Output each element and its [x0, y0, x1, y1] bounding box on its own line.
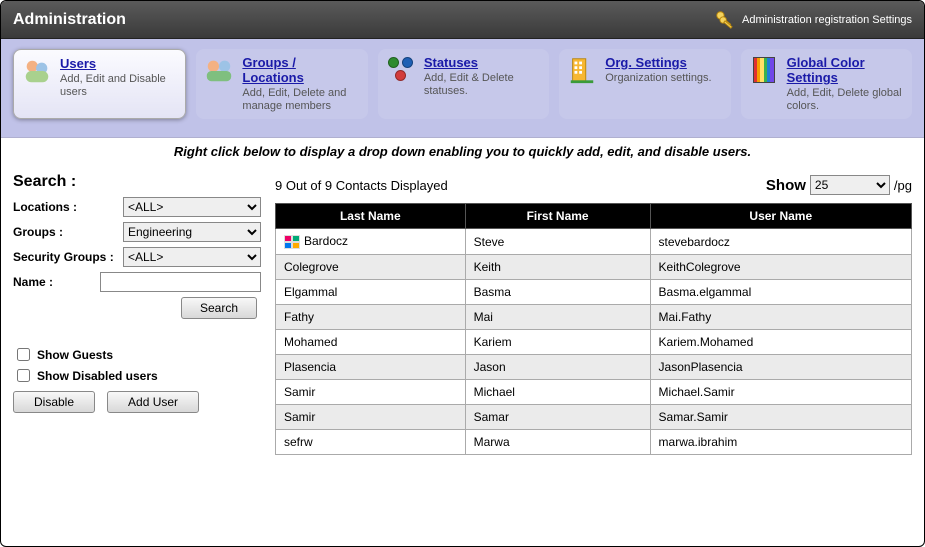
cell-user: Michael.Samir: [650, 380, 911, 405]
cell-user: marwa.ibrahim: [650, 430, 911, 455]
show-guests-label: Show Guests: [37, 348, 113, 362]
cell-first: Mai: [465, 305, 650, 330]
cell-last: Plasencia: [276, 355, 466, 380]
statuses-icon: [386, 55, 416, 85]
per-page-suffix: /pg: [894, 178, 912, 193]
cell-first: Basma: [465, 280, 650, 305]
nav-title: Users: [60, 56, 177, 71]
cell-last: sefrw: [276, 430, 466, 455]
security-label: Security Groups :: [13, 250, 123, 264]
per-page-select[interactable]: 25: [810, 175, 890, 195]
cell-user: Basma.elgammal: [650, 280, 911, 305]
page-title: Administration: [13, 11, 126, 29]
cell-first: Marwa: [465, 430, 650, 455]
cell-last: Bardocz: [276, 229, 466, 255]
nav-sub: Add, Edit & Delete statuses.: [424, 72, 541, 98]
add-user-button[interactable]: Add User: [107, 391, 199, 413]
disable-button[interactable]: Disable: [13, 391, 95, 413]
cell-last: Fathy: [276, 305, 466, 330]
cell-first: Samar: [465, 405, 650, 430]
list-count: 9 Out of 9 Contacts Displayed: [275, 178, 448, 193]
locations-label: Locations :: [13, 200, 123, 214]
cell-user: Samar.Samir: [650, 405, 911, 430]
col-user[interactable]: User Name: [650, 204, 911, 229]
color-icon: [749, 55, 779, 85]
groups-label: Groups :: [13, 225, 123, 239]
nav-card-colors[interactable]: Global Color Settings Add, Edit, Delete …: [741, 49, 912, 119]
groups-icon: [204, 55, 234, 85]
cell-last: Colegrove: [276, 255, 466, 280]
cell-user: Kariem.Mohamed: [650, 330, 911, 355]
row-status-icon: [284, 235, 300, 249]
nav-card-groups[interactable]: Groups / Locations Add, Edit, Delete and…: [196, 49, 367, 119]
nav-title: Org. Settings: [605, 55, 722, 70]
cell-first: Jason: [465, 355, 650, 380]
nav-title: Statuses: [424, 55, 541, 70]
cell-user: KeithColegrove: [650, 255, 911, 280]
name-input[interactable]: [100, 272, 261, 292]
cell-last: Samir: [276, 405, 466, 430]
nav-card-users[interactable]: Users Add, Edit and Disable users: [13, 49, 186, 119]
cell-first: Kariem: [465, 330, 650, 355]
show-guests-checkbox[interactable]: [17, 348, 30, 361]
keys-icon: [714, 9, 736, 31]
table-row[interactable]: ColegroveKeithKeithColegrove: [276, 255, 912, 280]
search-button[interactable]: Search: [181, 297, 257, 319]
cell-user: stevebardocz: [650, 229, 911, 255]
col-first[interactable]: First Name: [465, 204, 650, 229]
col-last[interactable]: Last Name: [276, 204, 466, 229]
nav-title: Global Color Settings: [787, 55, 904, 85]
admin-settings-link[interactable]: Administration registration Settings: [714, 9, 912, 31]
table-row[interactable]: ElgammalBasmaBasma.elgammal: [276, 280, 912, 305]
security-select[interactable]: <ALL>: [123, 247, 261, 267]
table-row[interactable]: SamirMichaelMichael.Samir: [276, 380, 912, 405]
org-icon: [567, 55, 597, 85]
nav-card-org[interactable]: Org. Settings Organization settings.: [559, 49, 730, 119]
users-list-panel: 9 Out of 9 Contacts Displayed Show 25 /p…: [275, 173, 912, 455]
cell-user: Mai.Fathy: [650, 305, 911, 330]
table-row[interactable]: PlasenciaJasonJasonPlasencia: [276, 355, 912, 380]
locations-select[interactable]: <ALL>: [123, 197, 261, 217]
cell-last: Elgammal: [276, 280, 466, 305]
name-label: Name :: [13, 275, 100, 289]
nav-sub: Add, Edit, Delete and manage members: [242, 87, 359, 113]
admin-window: Administration Administration registrati…: [0, 0, 925, 547]
show-disabled-label: Show Disabled users: [37, 369, 158, 383]
nav-card-statuses[interactable]: Statuses Add, Edit & Delete statuses.: [378, 49, 549, 119]
table-row[interactable]: MohamedKariemKariem.Mohamed: [276, 330, 912, 355]
admin-settings-label: Administration registration Settings: [742, 14, 912, 26]
table-row[interactable]: FathyMaiMai.Fathy: [276, 305, 912, 330]
table-row[interactable]: BardoczStevestevebardocz: [276, 229, 912, 255]
nav-strip: Users Add, Edit and Disable users Groups…: [1, 39, 924, 138]
cell-first: Steve: [465, 229, 650, 255]
users-table: Last Name First Name User Name BardoczSt…: [275, 203, 912, 455]
users-icon: [22, 56, 52, 86]
nav-sub: Organization settings.: [605, 72, 722, 85]
list-meta: 9 Out of 9 Contacts Displayed Show 25 /p…: [275, 173, 912, 195]
cell-first: Keith: [465, 255, 650, 280]
show-label: Show: [766, 177, 806, 194]
header-bar: Administration Administration registrati…: [1, 1, 924, 39]
cell-last: Mohamed: [276, 330, 466, 355]
main-area: Search : Locations : <ALL> Groups : Engi…: [1, 167, 924, 467]
nav-sub: Add, Edit and Disable users: [60, 73, 177, 99]
cell-last: Samir: [276, 380, 466, 405]
table-row[interactable]: SamirSamarSamar.Samir: [276, 405, 912, 430]
table-row[interactable]: sefrwMarwamarwa.ibrahim: [276, 430, 912, 455]
instruction-text: Right click below to display a drop down…: [1, 138, 924, 167]
nav-sub: Add, Edit, Delete global colors.: [787, 87, 904, 113]
cell-user: JasonPlasencia: [650, 355, 911, 380]
search-panel: Search : Locations : <ALL> Groups : Engi…: [13, 173, 261, 455]
cell-first: Michael: [465, 380, 650, 405]
search-heading: Search :: [13, 173, 261, 191]
groups-select[interactable]: Engineering: [123, 222, 261, 242]
nav-title: Groups / Locations: [242, 55, 359, 85]
show-disabled-checkbox[interactable]: [17, 369, 30, 382]
